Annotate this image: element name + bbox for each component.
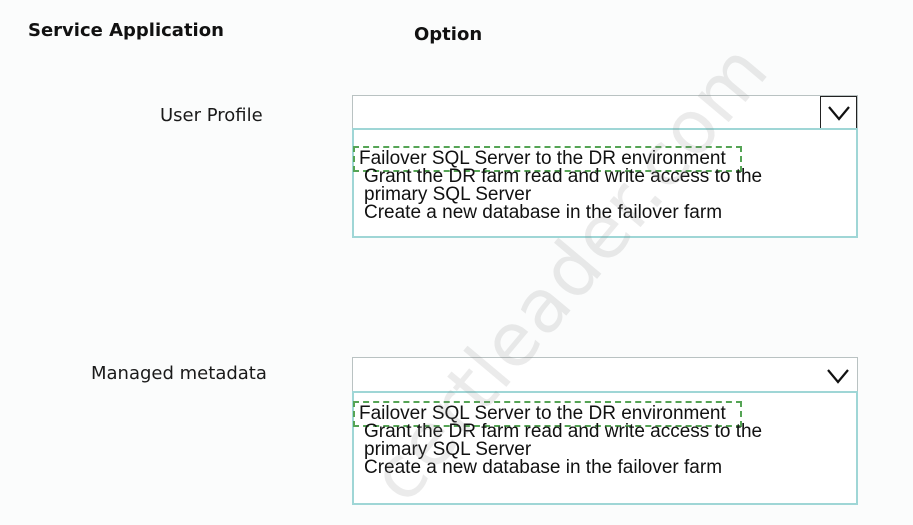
service-application-header: Service Application: [28, 20, 224, 41]
managed-metadata-select[interactable]: [352, 357, 858, 393]
managed-metadata-options-list: Failover SQL Server to the DR environmen…: [352, 391, 858, 505]
managed-metadata-dropdown-button[interactable]: [821, 360, 855, 392]
managed-metadata-label: Managed metadata: [91, 363, 267, 384]
option-header: Option: [414, 24, 483, 45]
user-profile-label: User Profile: [160, 105, 263, 126]
user-profile-options-list: Failover SQL Server to the DR environmen…: [352, 128, 858, 238]
user-profile-select[interactable]: [352, 95, 858, 130]
option-item[interactable]: Create a new database in the failover fa…: [364, 458, 722, 477]
option-item[interactable]: Create a new database in the failover fa…: [364, 203, 722, 222]
chevron-down-icon: [827, 105, 850, 121]
user-profile-dropdown-button[interactable]: [820, 96, 857, 129]
chevron-down-icon: [827, 369, 849, 384]
